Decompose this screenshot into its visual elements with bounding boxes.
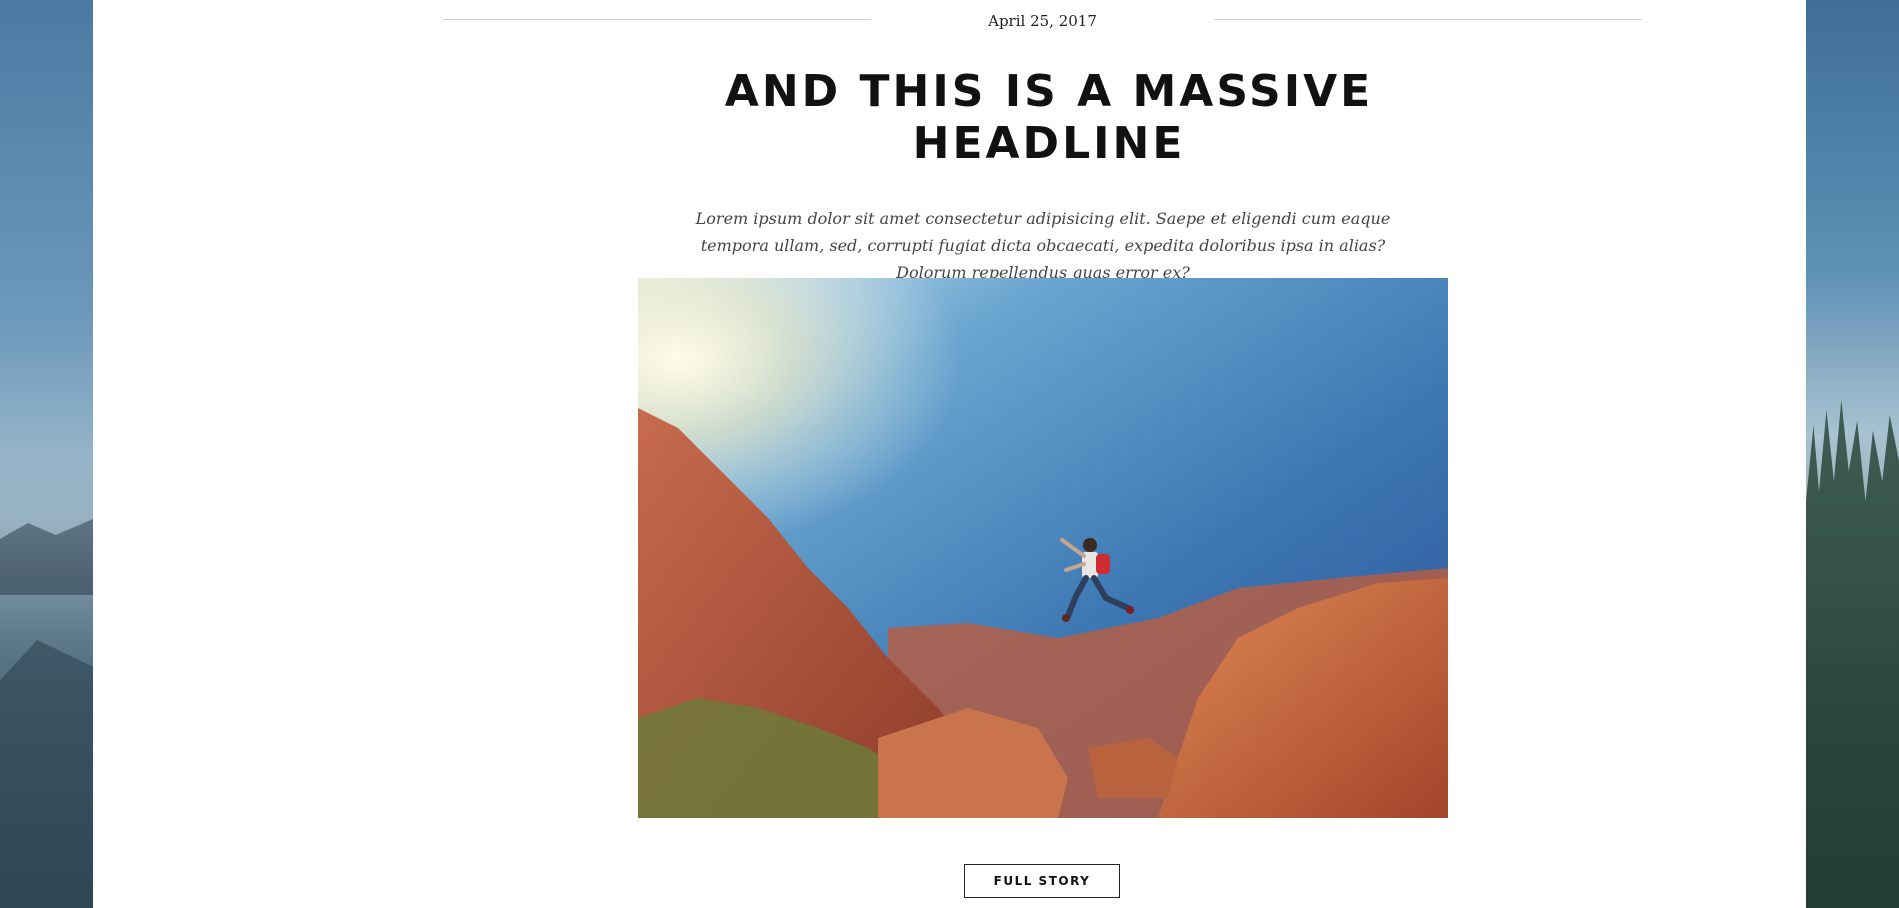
post-headline: AND THIS IS A MASSIVE HEADLINE bbox=[724, 66, 1374, 169]
post-date: April 25, 2017 bbox=[988, 12, 1097, 30]
full-story-button[interactable]: FULL STORY bbox=[964, 864, 1120, 898]
post-lede: Lorem ipsum dolor sit amet consectetur a… bbox=[695, 209, 1391, 282]
background-left bbox=[0, 0, 93, 908]
hero-illustration bbox=[638, 278, 1448, 818]
hero-image bbox=[638, 278, 1448, 818]
date-row: April 25, 2017 bbox=[443, 10, 1642, 32]
background-right bbox=[1806, 0, 1899, 908]
post-card: April 25, 2017 AND THIS IS A MASSIVE HEA… bbox=[93, 0, 1806, 908]
divider-right bbox=[1214, 19, 1642, 20]
background-trees bbox=[1806, 400, 1899, 908]
